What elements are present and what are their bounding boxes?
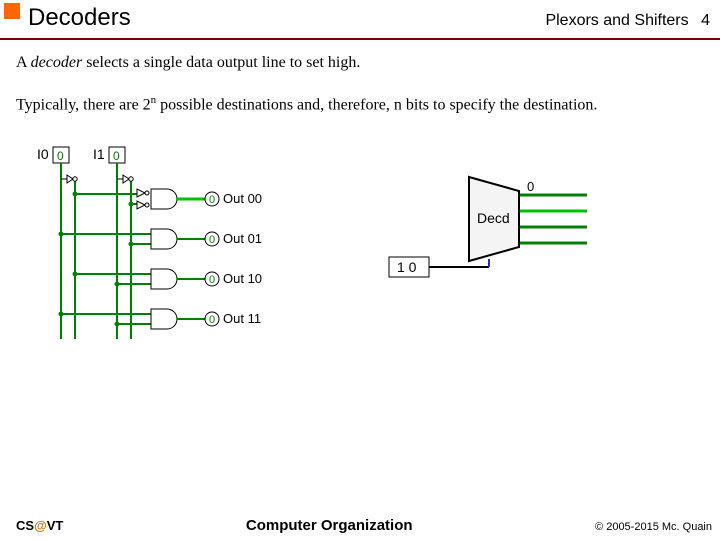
page-number: 4 [701, 12, 710, 29]
text: VT [47, 518, 64, 533]
slide-footer: CS@VT Computer Organization © 2005-2015 … [0, 517, 720, 534]
chapter-name: Plexors and Shifters [545, 12, 688, 29]
chapter-label: Plexors and Shifters 4 [545, 12, 710, 30]
slide-body: A decoder selects a single data output l… [0, 40, 720, 360]
input-label-i0: I0 [37, 146, 49, 162]
text: Typically, there are 2 [16, 96, 151, 113]
slide-header: Decoders Plexors and Shifters 4 [0, 0, 720, 40]
text: possible destinations and, therefore, n … [156, 96, 597, 113]
footer-left: CS@VT [16, 518, 63, 533]
footer-right: © 2005-2015 Mc. Quain [595, 521, 712, 533]
svg-text:0: 0 [209, 194, 215, 206]
select-value: 1 0 [397, 259, 417, 275]
output-label: Out 11 [223, 311, 261, 326]
decoder-gate-diagram: I0 0 I1 0 [16, 138, 298, 360]
svg-text:0: 0 [209, 314, 215, 326]
explanation-line: Typically, there are 2n possible destina… [16, 94, 704, 114]
text: A [16, 54, 31, 71]
definition-line: A decoder selects a single data output l… [16, 54, 704, 72]
output-label: Out 00 [223, 191, 262, 206]
term: decoder [31, 54, 83, 71]
output-label: Out 01 [223, 231, 262, 246]
block-label: Decd [477, 210, 510, 226]
footer-center: Computer Organization [63, 517, 595, 534]
and-gate: 0 Out 11 [59, 309, 262, 329]
text: CS [16, 518, 34, 533]
zero-indicator: 0 [113, 149, 120, 163]
and-gate: 0 Out 00 [73, 189, 263, 209]
decoder-block-diagram: 0 Decd 1 0 [358, 166, 590, 308]
text: selects a single data output line to set… [82, 54, 360, 71]
zero-indicator: 0 [57, 149, 64, 163]
at-sign: @ [34, 518, 47, 533]
svg-text:0: 0 [209, 274, 215, 286]
output-label: Out 10 [223, 271, 262, 286]
input-label-i1: I1 [93, 146, 105, 162]
svg-text:0: 0 [209, 234, 215, 246]
and-gate: 0 Out 10 [73, 269, 263, 289]
and-gate: 0 Out 01 [59, 229, 263, 249]
zero-indicator: 0 [527, 179, 534, 194]
figure-row: I0 0 I1 0 [16, 132, 704, 360]
page-title: Decoders [0, 4, 131, 32]
